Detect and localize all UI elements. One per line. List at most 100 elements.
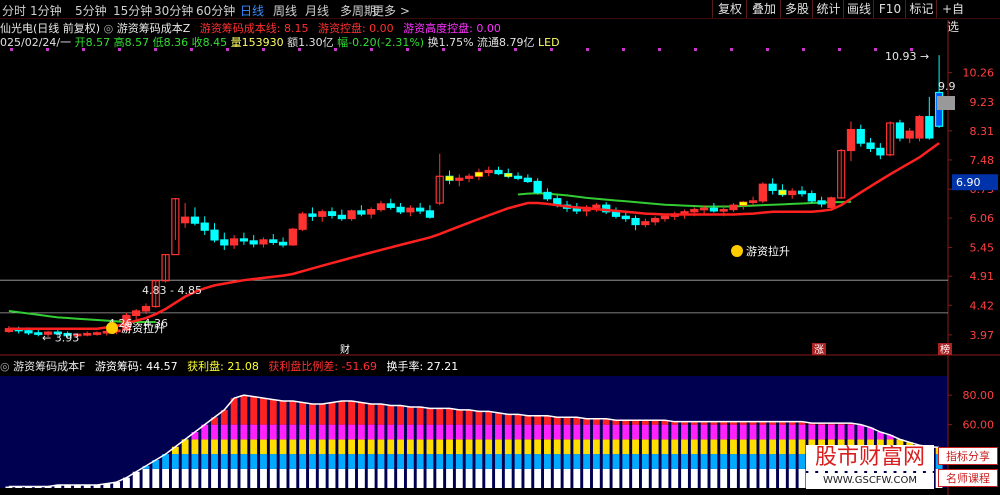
toolbar-button-0[interactable]: 复权 [712, 0, 747, 18]
indicator-bar-segment [269, 424, 277, 440]
candle-body [259, 239, 268, 245]
indicator-bar-segment [269, 454, 277, 469]
indicator-bar-segment [211, 468, 218, 488]
indicator-bar-segment [641, 454, 649, 469]
indicator-dropdown-icon-2[interactable]: ◎ [0, 360, 13, 373]
indicator-bar-segment [191, 468, 199, 488]
candle-body [846, 128, 856, 152]
indicator-bar-segment [573, 424, 581, 440]
period-tab-4[interactable]: 30分钟 [154, 2, 193, 19]
watermark-tag-1: 指标分享 [938, 447, 998, 465]
indicator-bar-segment [406, 454, 414, 469]
period-tab-5[interactable]: 60分钟 [196, 2, 235, 19]
indicator-bar-segment [181, 439, 189, 455]
indicator-bar-segment [788, 454, 796, 469]
indicator-bar-segment [201, 439, 209, 455]
toolbar-button-5[interactable]: F10 [873, 0, 906, 18]
period-tab-7[interactable]: 周线 [273, 2, 297, 19]
info-turnover: 换1.75% [427, 36, 474, 49]
signal-badge-1-text: 游资拉升 [121, 321, 165, 335]
candle-body [229, 238, 239, 246]
candle-body [445, 175, 454, 181]
period-tab-0[interactable]: 分时 [2, 2, 26, 19]
indicator-bar-segment [485, 468, 493, 488]
period-tab-9[interactable]: 多周期 [340, 2, 376, 19]
indicator-bar-segment [612, 439, 620, 455]
indicator-bar-segment [465, 468, 473, 488]
candle-body [14, 328, 23, 332]
indicator-bar-segment [367, 439, 375, 455]
last-price-box [937, 96, 955, 110]
indicator-bar-segment [681, 439, 688, 455]
indicator-bar-segment [622, 454, 630, 469]
toolbar-button-3[interactable]: 统计 [812, 0, 844, 18]
period-tab-2[interactable]: 5分钟 [75, 2, 107, 19]
candle-body [210, 229, 219, 241]
marker-zhang-box [812, 343, 826, 355]
indicator-bar-segment [798, 424, 806, 440]
period-tab-10[interactable]: 更多 > [372, 2, 410, 19]
indicator-bar-segment [553, 424, 561, 440]
indicator-bar-segment [563, 439, 571, 455]
period-tab-3[interactable]: 15分钟 [113, 2, 152, 19]
indicator-bar-segment [191, 454, 199, 469]
indicator-bar-segment [818, 423, 826, 425]
indicator-bar-segment [328, 402, 336, 425]
indicator-bar-segment [436, 408, 444, 425]
indicator-bar-segment [661, 454, 669, 469]
indicator-bar-segment [416, 424, 424, 440]
toolbar-button-4[interactable]: 画线 [843, 0, 874, 18]
indicator-bar-segment [201, 454, 209, 469]
indicator-bar-segment [495, 439, 502, 455]
indicator-bar-segment [671, 421, 679, 425]
indicator-bar-segment [749, 424, 757, 440]
indicator-bar-segment [612, 420, 620, 425]
chip-label: 游资筹码: 44.57 [94, 360, 178, 373]
indicator-2-name[interactable]: 游资筹码成本F [13, 360, 85, 373]
indicator-bar-segment [808, 424, 816, 440]
indicator-bar-segment [504, 414, 512, 425]
period-tab-1[interactable]: 1分钟 [30, 2, 62, 19]
period-tab-8[interactable]: 月线 [305, 2, 329, 19]
period-tab-6[interactable]: 日线 [240, 2, 264, 19]
indicator-bar-segment [299, 439, 307, 455]
info-amount: 额1.30亿 [287, 36, 334, 49]
indicator-bar-segment [34, 486, 42, 488]
toolbar-button-7[interactable]: +自选 [936, 0, 969, 34]
indicator-bar-segment [544, 415, 551, 425]
indicator-bar-segment [651, 468, 659, 488]
indicator-bar-segment [710, 439, 718, 455]
indicator-bar-segment [563, 417, 571, 425]
candle-body [886, 122, 895, 156]
indicator-bar-segment [808, 423, 816, 425]
candle-body [758, 183, 767, 202]
candle-body [494, 169, 503, 175]
candle-body [631, 217, 640, 226]
indicator-bar-segment [142, 465, 150, 469]
indicator-bar-segment [201, 468, 209, 488]
indicator-bar-segment [769, 421, 777, 425]
toolbar-button-1[interactable]: 叠加 [746, 0, 781, 18]
indicator-bar-segment [260, 454, 267, 469]
candle-body [797, 190, 807, 195]
indicator-bar-segment [230, 424, 238, 440]
indicator-bar-segment [25, 486, 32, 488]
indicator-bar-segment [211, 439, 218, 455]
indicator-bar-segment [690, 421, 698, 425]
indicator-bar-segment [573, 468, 581, 488]
last-price-annotation: 9.9 [938, 80, 956, 93]
indicator-bar-segment [681, 424, 688, 440]
indicator-bar-segment [827, 423, 835, 425]
indicator-bar-segment [602, 468, 610, 488]
indicator-bar-segment [220, 424, 228, 440]
indicator-bar-segment [240, 424, 248, 440]
toolbar-button-6[interactable]: 标记 [905, 0, 937, 18]
indicator-bar-segment [240, 468, 248, 488]
indicator-bar-segment [495, 454, 502, 469]
toolbar-button-2[interactable]: 多股 [780, 0, 813, 18]
chart-svg: 10.26 9.23 8.31 7.48 6.73 6.06 5.45 4.91 4.42 3.9… [0, 20, 1000, 495]
indicator-bar-segment [260, 424, 267, 440]
indicator-bar-segment [514, 424, 522, 440]
indicator-bar-segment [318, 439, 326, 455]
candle-body [190, 216, 200, 224]
